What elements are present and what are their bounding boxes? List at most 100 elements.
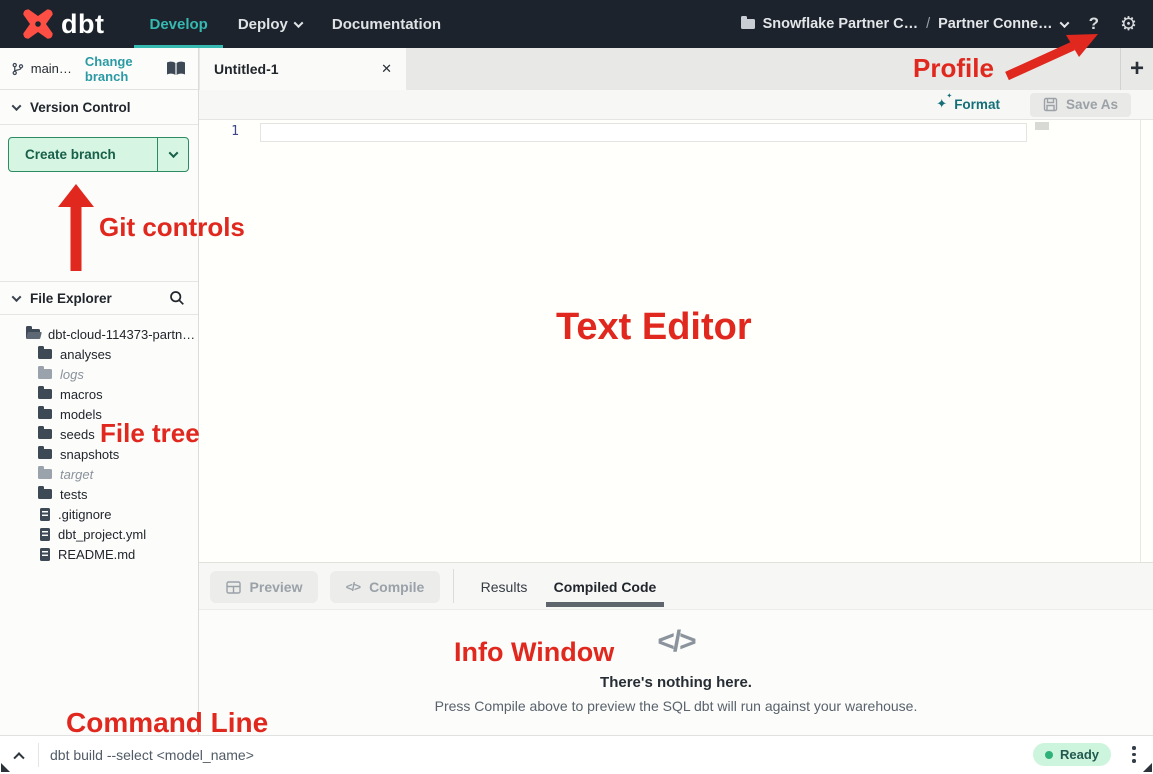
save-icon	[1043, 97, 1058, 112]
save-as-label: Save As	[1066, 97, 1118, 112]
folder-icon	[741, 19, 755, 29]
tree-item-readme-md[interactable]: README.md	[0, 544, 198, 564]
kebab-dot	[1132, 759, 1136, 763]
docs-book-button[interactable]	[166, 61, 186, 76]
chevron-down-icon	[12, 292, 22, 302]
chevron-down-icon	[12, 101, 22, 111]
create-branch-split-button: Create branch	[8, 137, 189, 172]
create-branch-button[interactable]: Create branch	[9, 138, 157, 171]
create-branch-dropdown-button[interactable]	[157, 138, 188, 171]
text-editor-surface[interactable]: 1	[199, 120, 1153, 562]
editor-tab-bar: Untitled-1 ✕ +	[199, 48, 1153, 90]
tree-item-label: macros	[60, 387, 103, 402]
format-sparkle-icon: ✦	[936, 97, 947, 112]
resize-handle-left	[1, 763, 10, 772]
tree-item-dbt-project-yml[interactable]: dbt_project.yml	[0, 524, 198, 544]
tree-item-seeds[interactable]: seeds	[0, 424, 198, 444]
tree-item-models[interactable]: models	[0, 404, 198, 424]
empty-state-hint: Press Compile above to preview the SQL d…	[199, 698, 1153, 714]
file-icon	[40, 508, 50, 521]
nav-label: Develop	[149, 16, 207, 33]
file-tree: dbt-cloud-114373-partn… analyses logs ma…	[0, 324, 198, 564]
tree-item-snapshots[interactable]: snapshots	[0, 444, 198, 464]
tree-item-label: snapshots	[60, 447, 119, 462]
folder-icon	[38, 389, 52, 399]
nav-item-documentation[interactable]: Documentation	[317, 0, 456, 48]
tab-close-icon[interactable]: ✕	[381, 62, 392, 77]
breadcrumb-separator: /	[926, 16, 930, 32]
preview-label: Preview	[250, 579, 303, 595]
current-line-highlight[interactable]	[260, 123, 1027, 142]
line-number: 1	[223, 124, 239, 139]
search-icon	[169, 290, 185, 306]
nav-label: Documentation	[332, 16, 441, 33]
project-name: Partner Conne…	[938, 16, 1052, 32]
code-icon: </>	[199, 625, 1153, 659]
main-nav: Develop Deploy Documentation	[134, 0, 456, 48]
panel-divider	[453, 569, 454, 603]
tree-item-label: seeds	[60, 427, 95, 442]
tree-item-label: models	[60, 407, 102, 422]
new-tab-button[interactable]: +	[1120, 48, 1153, 90]
book-icon	[166, 61, 186, 76]
project-switcher[interactable]: Snowflake Partner C… / Partner Conne…	[741, 16, 1068, 32]
create-branch-label: Create branch	[25, 147, 116, 162]
folder-icon	[38, 489, 52, 499]
nav-item-develop[interactable]: Develop	[134, 0, 222, 48]
dbt-logo-icon	[22, 8, 54, 40]
preview-button[interactable]: Preview	[210, 571, 318, 603]
active-tab-underline	[546, 602, 664, 607]
change-branch-link[interactable]: Change branch	[85, 54, 159, 84]
file-icon	[40, 548, 50, 561]
chevron-down-icon	[1059, 18, 1069, 28]
tree-item-label: tests	[60, 487, 87, 502]
settings-gear-icon[interactable]: ⚙	[1120, 13, 1137, 35]
tree-item-label: .gitignore	[58, 507, 111, 522]
help-button[interactable]: ?	[1089, 14, 1099, 34]
tree-item-project-root[interactable]: dbt-cloud-114373-partn…	[0, 324, 198, 344]
dbt-brand[interactable]: dbt	[22, 8, 104, 40]
kebab-dot	[1132, 746, 1136, 750]
chevron-down-icon	[293, 18, 303, 28]
kebab-dot	[1132, 753, 1136, 757]
command-input[interactable]	[39, 736, 1033, 773]
folder-icon	[38, 349, 52, 359]
save-as-button[interactable]: Save As	[1030, 93, 1131, 117]
tree-item-analyses[interactable]: analyses	[0, 344, 198, 364]
status-dot-icon	[1045, 751, 1053, 759]
tree-item-gitignore[interactable]: .gitignore	[0, 504, 198, 524]
tab-results[interactable]: Results	[469, 563, 539, 610]
tab-title: Untitled-1	[214, 61, 279, 77]
tree-item-logs[interactable]: logs	[0, 364, 198, 384]
section-title: Version Control	[30, 100, 131, 115]
tree-item-label: analyses	[60, 347, 111, 362]
chevron-down-icon	[168, 148, 178, 158]
section-title: File Explorer	[30, 291, 112, 306]
chevron-up-icon	[13, 752, 24, 763]
tree-item-tests[interactable]: tests	[0, 484, 198, 504]
folder-icon	[38, 409, 52, 419]
tree-item-label: dbt_project.yml	[58, 527, 146, 542]
file-icon	[40, 528, 50, 541]
status-badge: Ready	[1033, 743, 1111, 766]
file-explorer-section-header[interactable]: File Explorer	[0, 281, 198, 315]
tree-item-label: target	[60, 467, 93, 482]
tree-item-target[interactable]: target	[0, 464, 198, 484]
tree-item-label: logs	[60, 367, 84, 382]
folder-open-icon	[26, 329, 40, 339]
tab-label: Compiled Code	[554, 579, 657, 595]
compile-button[interactable]: </> Compile	[330, 571, 440, 603]
format-button[interactable]: ✦ Format	[936, 97, 1000, 112]
folder-icon	[38, 449, 52, 459]
editor-tab-untitled-1[interactable]: Untitled-1 ✕	[200, 48, 406, 90]
nav-item-deploy[interactable]: Deploy	[223, 0, 317, 48]
info-window: </> There's nothing here. Press Compile …	[199, 610, 1153, 735]
tab-label: Results	[481, 579, 528, 595]
tree-item-macros[interactable]: macros	[0, 384, 198, 404]
version-control-section-header[interactable]: Version Control	[0, 90, 198, 125]
file-search-button[interactable]	[169, 290, 185, 306]
tree-item-label: README.md	[58, 547, 135, 562]
scrollbar-thumb[interactable]	[1035, 122, 1049, 130]
code-icon: </>	[346, 580, 360, 594]
resize-handle[interactable]	[1143, 763, 1152, 772]
